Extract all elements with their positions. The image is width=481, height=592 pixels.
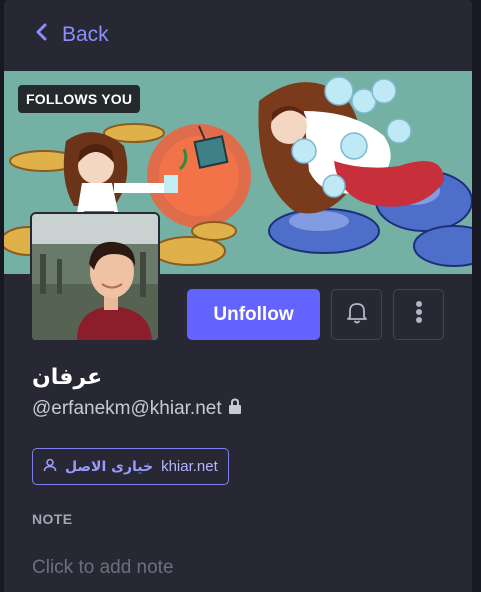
display-name: عرفان — [32, 365, 103, 390]
user-icon — [43, 458, 57, 476]
account-panel: Back FOLLOWS YOU Unfollow عرفان @erfanek… — [4, 0, 472, 592]
lock-icon — [228, 398, 242, 420]
server-name: خیاری الاصل — [65, 458, 154, 475]
unfollow-button[interactable]: Unfollow — [187, 289, 320, 340]
avatar-photo — [32, 214, 158, 340]
back-button[interactable]: Back — [32, 18, 109, 52]
avatar[interactable] — [30, 212, 160, 342]
bell-icon — [344, 299, 370, 330]
more-options-button[interactable] — [393, 289, 444, 340]
ellipsis-vertical-icon — [415, 299, 423, 330]
notify-button[interactable] — [331, 289, 382, 340]
server-domain: khiar.net — [161, 458, 218, 475]
chevron-left-icon — [32, 22, 52, 48]
back-label: Back — [62, 23, 109, 46]
note-label: NOTE — [32, 511, 73, 527]
server-badge[interactable]: خیاری الاصل khiar.net — [32, 448, 229, 485]
note-input[interactable] — [32, 553, 452, 583]
handle-text: @erfanekm@khiar.net — [32, 398, 222, 419]
follows-you-badge: FOLLOWS YOU — [18, 85, 141, 113]
account-handle: @erfanekm@khiar.net — [32, 398, 242, 420]
